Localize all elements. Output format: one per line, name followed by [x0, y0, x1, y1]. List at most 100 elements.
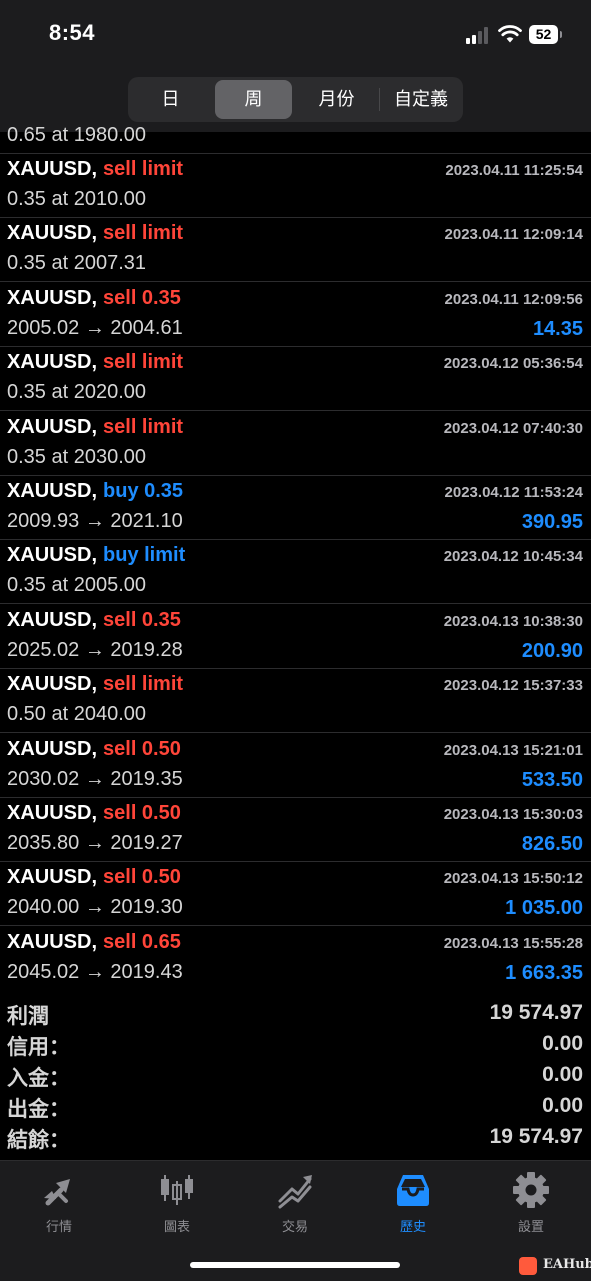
battery-level: 52	[529, 25, 558, 44]
order-row[interactable]: XAUUSD, sell 0.50 2023.04.13 15:50:12 2040.…	[0, 862, 591, 926]
summary-profit: 利潤 19 574.97	[0, 1000, 591, 1031]
order-detail: 2045.02 → 2019.43	[7, 961, 183, 983]
history-tray-icon	[397, 1175, 429, 1206]
order-datetime: 2023.04.13 15:55:28	[443, 935, 583, 952]
order-row[interactable]: XAUUSD, sell limit 2023.04.12 15:37:33 0.50…	[0, 669, 591, 733]
order-symbol-line: XAUUSD, buy limit	[7, 544, 185, 567]
order-datetime: 2023.04.13 15:21:01	[443, 742, 583, 759]
order-type: sell limit	[103, 351, 184, 373]
period-tab-week[interactable]: 周	[215, 80, 292, 119]
order-type: buy 0.35	[103, 480, 184, 502]
order-datetime: 2023.04.13 15:30:03	[443, 806, 583, 823]
order-profit: 390.95	[521, 511, 583, 533]
order-symbol: XAUUSD,	[7, 802, 98, 824]
order-detail: 2009.93 → 2021.10	[7, 510, 183, 532]
order-symbol: XAUUSD,	[7, 609, 98, 631]
order-row-partial[interactable]: 0.65 at 1980.00	[0, 118, 591, 154]
home-indicator[interactable]	[190, 1262, 400, 1268]
order-row[interactable]: XAUUSD, sell limit 2023.04.11 11:25:54 0.35…	[0, 154, 591, 218]
battery-icon: 52	[529, 25, 562, 44]
order-datetime: 2023.04.12 11:53:24	[444, 484, 583, 501]
cellular-signal-icon	[466, 27, 492, 44]
order-symbol: XAUUSD,	[7, 738, 98, 760]
order-detail: 0.35 at 2030.00	[7, 446, 147, 468]
gear-icon	[513, 1172, 549, 1208]
order-symbol: XAUUSD,	[7, 931, 98, 953]
summary-label: 出金：	[7, 1098, 70, 1121]
order-detail: 0.35 at 2007.31	[7, 252, 147, 274]
summary-deposit: 入金： 0.00	[0, 1062, 591, 1093]
order-symbol-line: XAUUSD, sell 0.35	[7, 287, 181, 310]
order-profit: 200.90	[521, 640, 583, 662]
order-profit: 826.50	[521, 833, 583, 855]
tab-chart[interactable]: 圖表	[127, 1171, 227, 1235]
summary-label: 結餘：	[7, 1129, 70, 1152]
summary-value: 19 574.97	[489, 1125, 583, 1148]
status-time: 8:54	[49, 20, 96, 45]
order-type: sell limit	[103, 158, 184, 180]
order-symbol-line: XAUUSD, sell 0.50	[7, 802, 181, 825]
tab-settings[interactable]: 設置	[481, 1171, 581, 1235]
status-bar: 8:54 52	[0, 0, 591, 72]
tab-label: 歷史	[399, 1219, 426, 1234]
order-symbol-line: XAUUSD, sell limit	[7, 673, 183, 696]
period-tab-day[interactable]: 日	[132, 80, 209, 119]
order-history-list[interactable]: 0.65 at 1980.00 XAUUSD, sell limit 2023.04…	[0, 118, 591, 990]
order-symbol: XAUUSD,	[7, 544, 98, 566]
order-type: buy limit	[103, 544, 186, 566]
order-detail: 2025.02 → 2019.28	[7, 639, 183, 661]
order-datetime: 2023.04.12 15:37:33	[443, 677, 583, 694]
order-row[interactable]: XAUUSD, sell limit 2023.04.11 12:09:14 0.35…	[0, 218, 591, 282]
order-symbol: XAUUSD,	[7, 222, 98, 244]
order-datetime: 2023.04.12 10:45:34	[443, 548, 583, 565]
order-row[interactable]: XAUUSD, buy 0.35 2023.04.12 11:53:24 2009.9…	[0, 476, 591, 540]
order-type: sell limit	[103, 673, 184, 695]
order-type: sell 0.65	[103, 931, 181, 953]
order-datetime: 2023.04.12 05:36:54	[443, 355, 583, 372]
order-type: sell 0.50	[103, 866, 181, 888]
order-datetime: 2023.04.11 11:25:54	[445, 162, 583, 179]
order-row[interactable]: XAUUSD, sell limit 2023.04.12 07:40:30 0.35…	[0, 412, 591, 476]
order-symbol-line: XAUUSD, buy 0.35	[7, 480, 183, 503]
order-symbol-line: XAUUSD, sell 0.35	[7, 609, 181, 632]
order-row[interactable]: XAUUSD, sell 0.35 2023.04.13 10:38:30 2025.…	[0, 605, 591, 669]
bottom-tab-bar: 行情 圖表 交易 歷史 設置 EAHub	[0, 1160, 591, 1281]
period-tab-custom[interactable]: 自定義	[382, 80, 460, 119]
order-symbol: XAUUSD,	[7, 673, 98, 695]
order-row[interactable]: XAUUSD, buy limit 2023.04.12 10:45:34 0.35 …	[0, 540, 591, 604]
order-detail: 0.35 at 2010.00	[7, 188, 147, 210]
order-datetime: 2023.04.13 10:38:30	[443, 613, 583, 630]
order-row[interactable]: XAUUSD, sell 0.35 2023.04.11 12:09:56 2005.…	[0, 283, 591, 347]
summary-value: 0.00	[542, 1032, 583, 1055]
summary-value: 0.00	[542, 1094, 583, 1117]
tab-trade[interactable]: 交易	[245, 1171, 345, 1235]
tab-label: 設置	[517, 1219, 544, 1234]
period-tab-month[interactable]: 月份	[298, 80, 375, 119]
order-detail: 2035.80 → 2019.27	[7, 832, 183, 854]
order-type: sell limit	[103, 222, 184, 244]
order-profit: 1 663.35	[505, 962, 583, 984]
order-row[interactable]: XAUUSD, sell limit 2023.04.12 05:36:54 0.35…	[0, 347, 591, 411]
order-type: sell limit	[103, 416, 184, 438]
order-row[interactable]: XAUUSD, sell 0.50 2023.04.13 15:30:03 2035.…	[0, 798, 591, 862]
order-datetime: 2023.04.13 15:50:12	[443, 870, 583, 887]
tab-quotes[interactable]: 行情	[9, 1171, 109, 1235]
order-detail: 0.50 at 2040.00	[7, 703, 147, 725]
period-segmented-control: 日 周 月份 自定義	[128, 77, 463, 122]
order-symbol-line: XAUUSD, sell limit	[7, 351, 183, 374]
wifi-icon	[498, 25, 522, 43]
order-row[interactable]: XAUUSD, sell 0.50 2023.04.13 15:21:01 2030.…	[0, 734, 591, 798]
order-type: sell 0.35	[103, 287, 181, 309]
order-symbol: XAUUSD,	[7, 416, 98, 438]
order-row[interactable]: XAUUSD, sell 0.65 2023.04.13 15:55:28 2045.…	[0, 927, 591, 990]
segment-divider	[379, 88, 380, 111]
candlestick-chart-icon	[161, 1175, 193, 1205]
order-datetime: 2023.04.11 12:09:14	[444, 226, 583, 243]
order-symbol-line: XAUUSD, sell limit	[7, 158, 183, 181]
tab-history[interactable]: 歷史	[363, 1171, 463, 1235]
order-symbol-line: XAUUSD, sell limit	[7, 222, 183, 245]
tab-label: 圖表	[163, 1219, 190, 1234]
summary-label: 信用：	[7, 1036, 70, 1059]
watermark-text: EAHub	[543, 1257, 591, 1272]
order-profit: 533.50	[521, 769, 583, 791]
